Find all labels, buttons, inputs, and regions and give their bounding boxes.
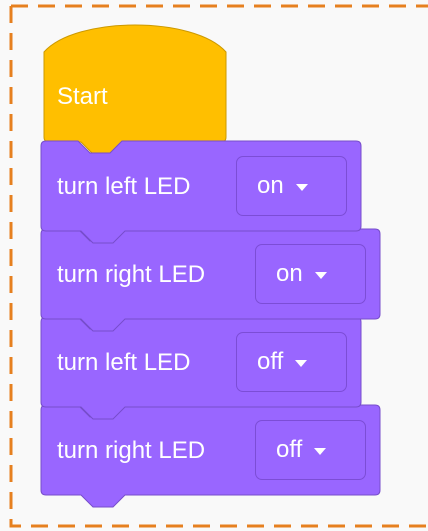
dropdown-value: on bbox=[257, 172, 284, 199]
block-label: turn left LED bbox=[57, 349, 191, 376]
dropdown-value: off bbox=[276, 436, 303, 463]
dropdown-value: off bbox=[257, 348, 284, 375]
block-label: turn right LED bbox=[57, 437, 206, 464]
caret-down-icon bbox=[314, 447, 327, 455]
caret-down-icon bbox=[295, 183, 308, 191]
led-state-dropdown[interactable]: off bbox=[236, 332, 347, 392]
block-label: turn right LED bbox=[57, 261, 206, 288]
block-label: turn left LED bbox=[57, 173, 191, 200]
start-label: Start bbox=[57, 83, 108, 110]
led-state-dropdown[interactable]: on bbox=[236, 156, 347, 216]
led-state-dropdown[interactable]: off bbox=[255, 420, 366, 480]
code-workspace[interactable]: Start turn left LED on turn right LED on… bbox=[0, 0, 428, 531]
dropdown-value: on bbox=[276, 260, 303, 287]
caret-down-icon bbox=[295, 359, 308, 367]
led-state-dropdown[interactable]: on bbox=[255, 244, 366, 304]
caret-down-icon bbox=[314, 271, 327, 279]
